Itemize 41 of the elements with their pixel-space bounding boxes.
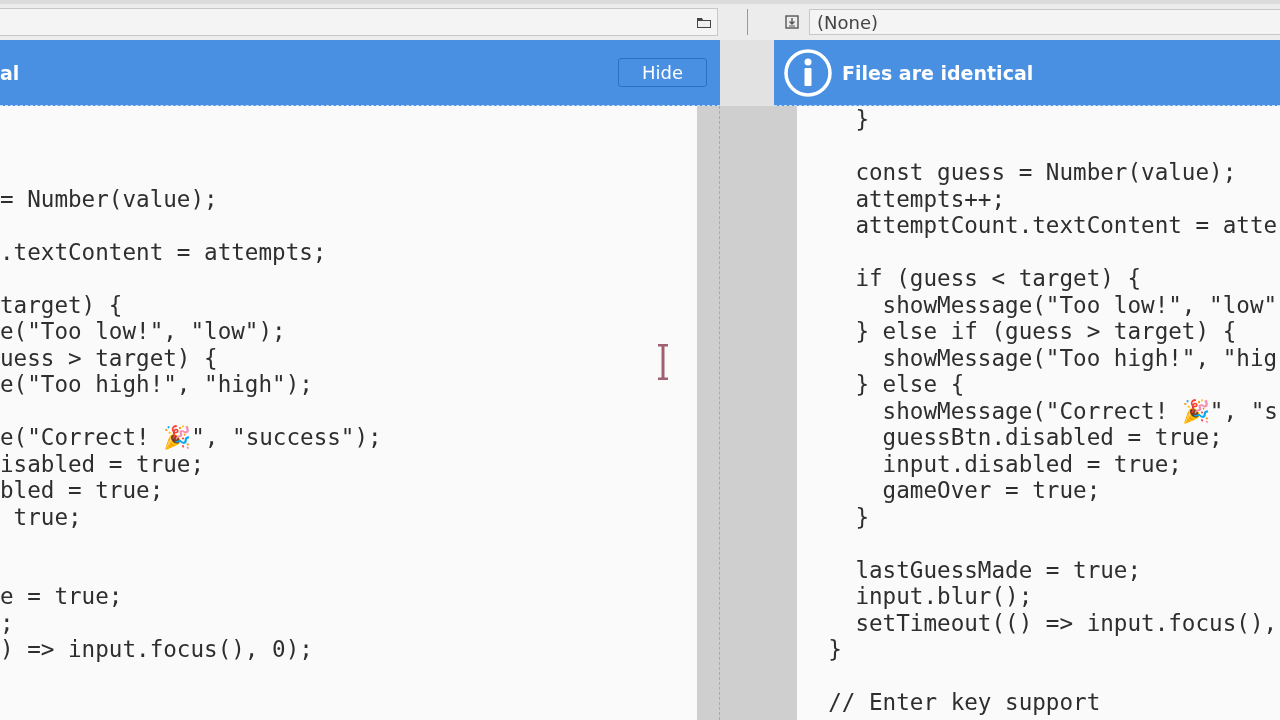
path-field[interactable]: (None) <box>809 9 1280 35</box>
code-line: uess > target) { <box>0 344 218 371</box>
code-line: e("Too high!", "high"); <box>0 371 313 397</box>
code-view[interactable] <box>797 106 1280 720</box>
code-line: setTimeout(() => input.focus(), <box>854 609 1278 636</box>
code-line: e("Too low!", "low"); <box>0 318 286 344</box>
path-field[interactable] <box>0 8 718 36</box>
code-line: ; <box>0 609 14 636</box>
code-line: target) { <box>0 291 123 318</box>
code-line: .textContent = attempts; <box>0 238 327 265</box>
code-line: const guess = Number(value); <box>854 159 1237 185</box>
code-line: attemptCount.textContent = atte <box>854 212 1278 238</box>
code-line: lastGuessMade = true; <box>854 556 1142 583</box>
code-line: input.blur(); <box>854 583 1033 609</box>
code-line: e("Correct! 🎉", "success"); <box>0 424 382 450</box>
save-icon[interactable] <box>785 15 799 29</box>
code-line: } <box>854 106 869 132</box>
code-line: } <box>827 636 842 662</box>
code-line: e = true; <box>0 583 123 609</box>
code-line: isabled = true; <box>0 450 205 477</box>
code-line: ) => input.focus(), 0); <box>0 636 313 662</box>
code-line: showMessage("Correct! 🎉", "s <box>881 397 1278 424</box>
code-line: guessBtn.disabled = true; <box>881 424 1223 450</box>
folder-icon[interactable] <box>696 15 712 29</box>
code-line: input.disabled = true; <box>881 450 1182 477</box>
code-line: } else { <box>854 371 965 397</box>
code-line: } else if (guess > target) { <box>854 318 1237 344</box>
banner-title: Files are identical <box>842 61 1034 84</box>
code-line: true; <box>12 503 82 530</box>
code-line: showMessage("Too high!", "hig <box>881 344 1278 371</box>
code-line: bled = true; <box>0 477 164 503</box>
text-cursor-icon <box>657 344 669 380</box>
banner-title: al <box>0 61 20 84</box>
code-line: } <box>854 503 869 530</box>
code-line: gameOver = true; <box>881 477 1101 503</box>
code-line: attempts++; <box>854 185 1006 212</box>
code-line: = Number(value); <box>0 185 218 212</box>
code-line: // Enter key support <box>827 689 1101 715</box>
info-icon <box>783 47 833 98</box>
code-line: if (guess < target) { <box>854 265 1142 291</box>
code-line: showMessage("Too low!", "low" <box>881 291 1278 318</box>
